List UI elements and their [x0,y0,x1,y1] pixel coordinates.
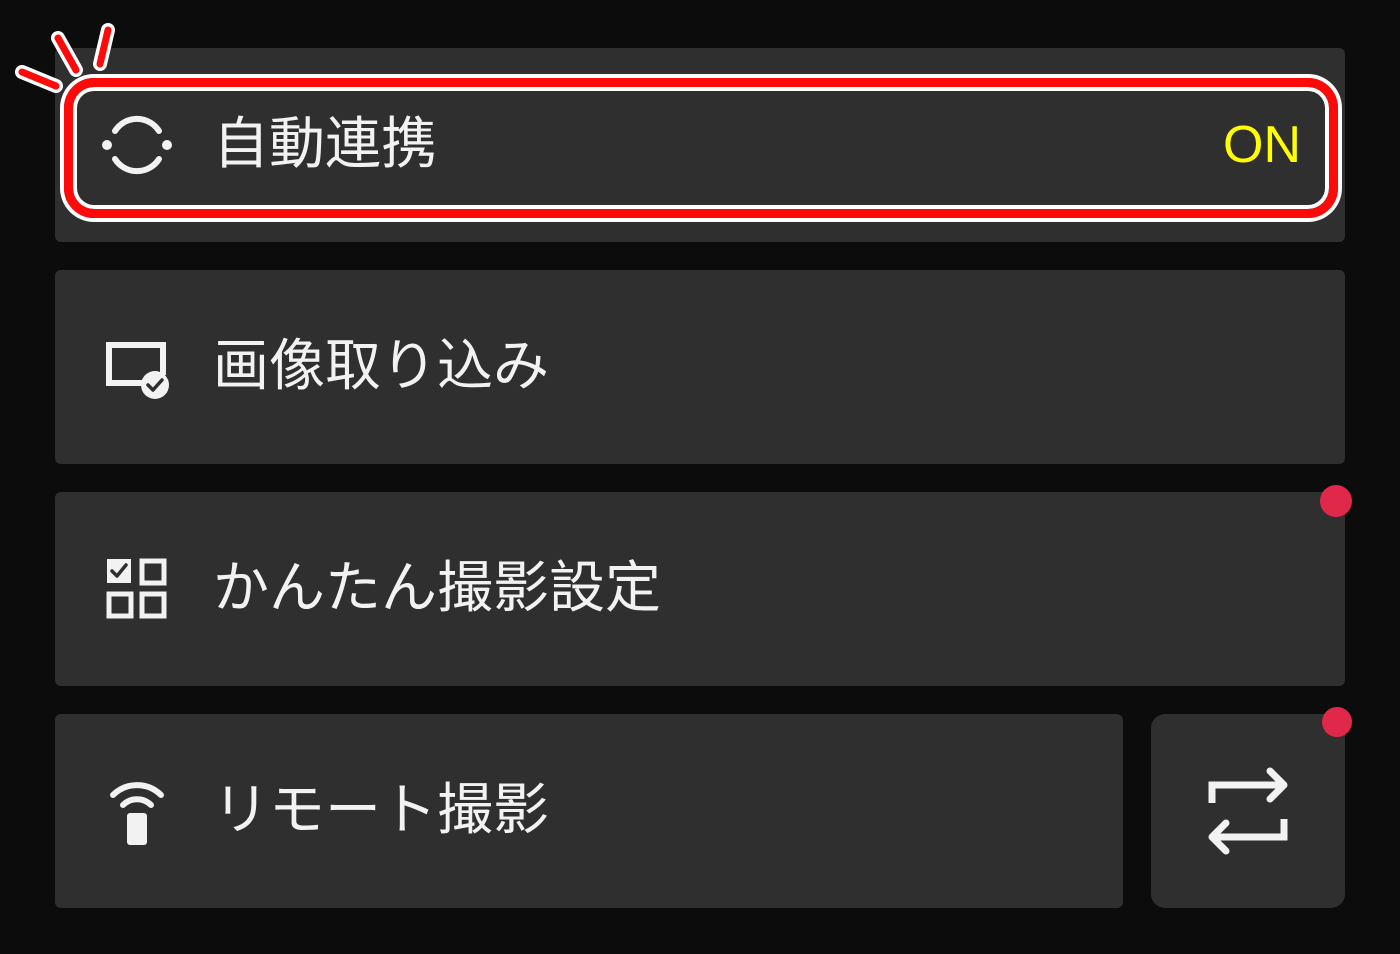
auto-sync-icon [101,109,173,181]
notification-dot [1322,707,1352,737]
menu-item-auto-link[interactable]: 自動連携 ON [55,48,1345,242]
menu-item-label: 画像取り込み [213,334,549,399]
grid-checklist-icon [101,553,173,625]
menu-item-label: リモート撮影 [213,778,549,843]
status-badge: ON [1223,116,1301,174]
menu-item-image-import[interactable]: 画像取り込み [55,270,1345,464]
menu-screen: 自動連携 ON 画像取り込み かんたん撮影設定 リモート撮影 [0,0,1400,954]
swap-arrows-icon [1198,761,1298,861]
menu-item-remote-shooting[interactable]: リモート撮影 [55,714,1123,908]
menu-item-easy-shooting[interactable]: かんたん撮影設定 [55,485,1352,686]
remote-icon [101,775,173,847]
swap-button[interactable] [1151,707,1352,908]
image-import-icon [101,331,173,403]
menu-item-label: 自動連携 [213,112,437,177]
notification-dot [1320,485,1352,517]
menu-item-label: かんたん撮影設定 [213,556,661,621]
